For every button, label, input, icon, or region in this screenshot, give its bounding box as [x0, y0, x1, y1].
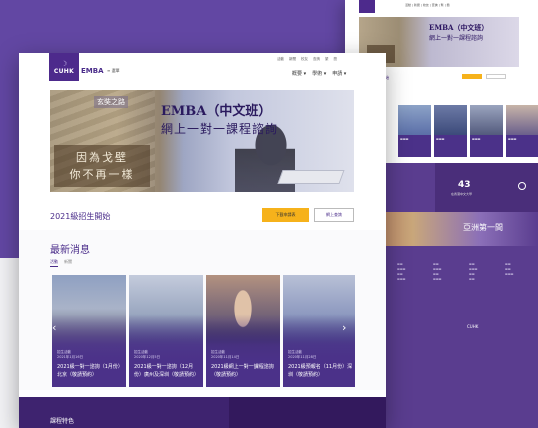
features-title: 課程特色: [50, 418, 75, 425]
back-news-card[interactable]: ▬▬▬: [470, 105, 503, 157]
news-card[interactable]: 招生活動 2021年1月16日 2021級一對一諮詢（1月份）北京（敬請預約）: [52, 275, 126, 387]
cuhk-logo[interactable]: ☽ CUHK: [49, 53, 79, 81]
top-link-enquiry[interactable]: 查詢: [313, 57, 320, 62]
emba-logo[interactable]: EMBA: [81, 67, 104, 75]
online-enquiry-button[interactable]: 網上查詢: [314, 208, 354, 222]
top-link-simplified[interactable]: 簡: [334, 57, 338, 62]
news-heading: 最新消息: [50, 245, 90, 256]
back-footer-column: ▬▬ ▬▬▬ ▬▬ ▬▬: [469, 262, 478, 281]
back-hero-subtitle: 網上一對一課程諮詢: [429, 35, 484, 42]
back-next-arrow-icon[interactable]: [518, 182, 526, 190]
card-title: 2021級一對一諮詢（1月份）北京（敬請預約）: [57, 364, 123, 378]
card-date: 2021年1月16日: [57, 355, 84, 359]
hero-subtitle: 網上一對一課程諮詢: [161, 122, 279, 136]
hero-title: EMBA（中文班）: [161, 104, 272, 119]
nav-academic[interactable]: 學術 ▾: [312, 70, 326, 77]
card-title: 2021級一對一諮詢（12月份）廣州及深圳（敬請預約）: [134, 364, 200, 378]
back-footer-column: ▬▬ ▬▬▬ ▬▬ ▬▬▬: [433, 262, 442, 281]
top-link-news[interactable]: 新聞: [289, 57, 296, 62]
hero-slogan-line2: 你不再一樣: [69, 168, 135, 181]
card-title: 2021級預報名（11月份）深圳（敬請預約）: [288, 364, 353, 378]
main-nav: 概要 ▾ 學術 ▾ 申請 ▾: [292, 70, 346, 77]
card-date: 2020年11月14日: [211, 355, 240, 359]
back-banner-text: 亞洲第一間: [463, 223, 503, 232]
back-hero-title: EMBA（中文班）: [429, 23, 489, 32]
hero-banner[interactable]: 玄奘之路 因為戈壁 你不再一樣 EMBA（中文班） 網上一對一課程諮詢: [50, 90, 354, 192]
back-footer-logo: CUHK: [467, 324, 479, 329]
back-footer-column: ▬▬ ▬▬▬ ▬▬ ▬▬▬: [397, 262, 406, 281]
menu-button[interactable]: ≡ 選單: [107, 68, 120, 74]
back-logo: [359, 0, 375, 13]
nav-overview[interactable]: 概要 ▾: [292, 70, 306, 77]
back-download-button[interactable]: [462, 74, 482, 79]
back-news-card[interactable]: ▬▬▬: [398, 105, 431, 157]
news-card[interactable]: 招生活動 2020年11月14日 2021級網上一對一課程諮詢（敬請預約）: [206, 275, 280, 387]
front-page-mockup: ☽ CUHK EMBA ≡ 選單 活動 新聞 校友 查詢 繁 簡 概要 ▾ 學術…: [19, 53, 386, 428]
back-top-links[interactable]: 活動 | 新聞 | 校友 | 查詢 | 繁 | 簡: [405, 3, 450, 7]
nav-apply[interactable]: 申請 ▾: [332, 70, 346, 77]
logo-text: CUHK: [53, 67, 75, 75]
hero-laptop-image: [277, 170, 345, 184]
next-arrow-icon[interactable]: ›: [342, 321, 346, 334]
tab-events[interactable]: 活動: [50, 259, 58, 267]
card-date: 2020年12月5日: [134, 355, 161, 359]
hero-logo-overlay: 玄奘之路: [94, 96, 128, 108]
card-title: 2021級網上一對一課程諮詢（敬請預約）: [211, 364, 274, 378]
back-stat-label: 在香港中文大學: [451, 192, 473, 196]
download-application-button[interactable]: 下載申請表: [262, 208, 309, 222]
top-links: 活動 新聞 校友 查詢 繁 簡: [277, 57, 337, 62]
back-footer-column: ▬▬ ▬▬ ▬▬▬: [505, 262, 514, 276]
hero-slogan-line1: 因為戈壁: [76, 151, 128, 164]
news-card[interactable]: 招生活動 2020年12月5日 2021級一對一諮詢（12月份）廣州及深圳（敬請…: [129, 275, 203, 387]
back-stat-number: 43: [458, 180, 471, 190]
tab-news[interactable]: 新聞: [64, 259, 72, 265]
prev-arrow-icon[interactable]: ‹: [52, 321, 56, 334]
features-panel: [229, 397, 386, 428]
back-consult-button[interactable]: [486, 74, 506, 79]
moon-icon: ☽: [60, 59, 68, 68]
top-link-alumni[interactable]: 校友: [301, 57, 308, 62]
top-link-traditional[interactable]: 繁: [325, 57, 329, 62]
hero-slogan-box: 因為戈壁 你不再一樣: [54, 145, 150, 187]
top-link-events[interactable]: 活動: [277, 57, 284, 62]
back-news-card[interactable]: ▬▬▬: [506, 105, 538, 157]
back-news-card[interactable]: ▬▬▬: [434, 105, 467, 157]
enroll-label: 2021級招生開始: [50, 212, 111, 221]
card-date: 2020年11月28日: [288, 355, 317, 359]
